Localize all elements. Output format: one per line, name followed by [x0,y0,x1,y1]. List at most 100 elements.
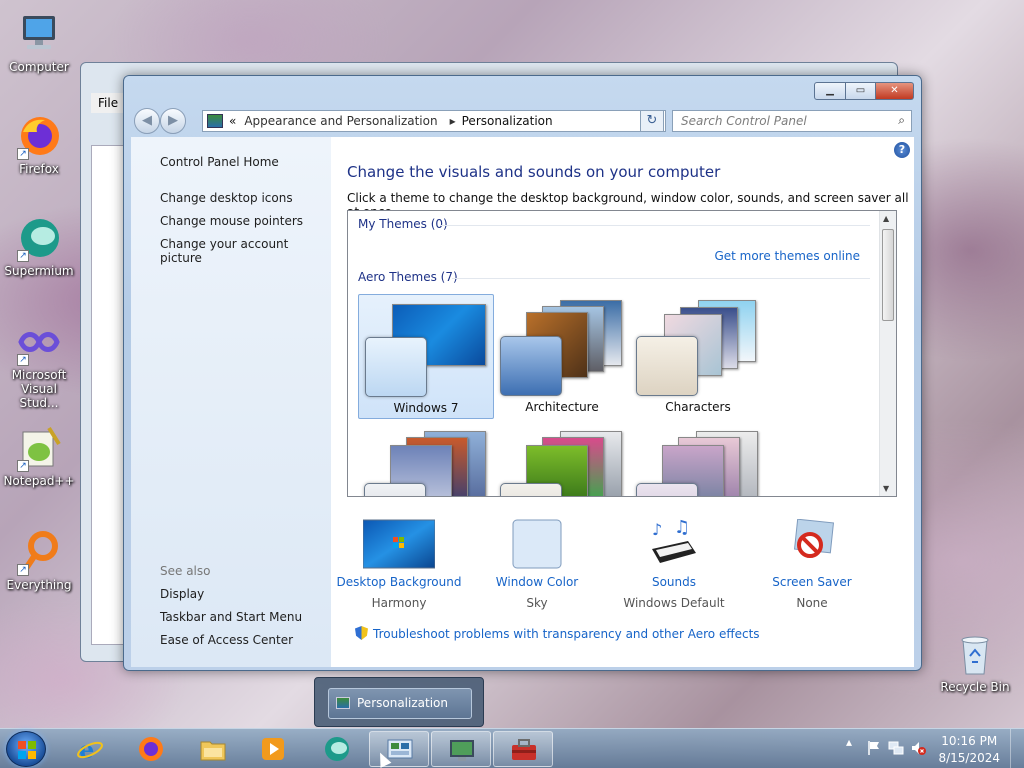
refresh-button[interactable]: ↻ [640,110,664,132]
scroll-down-icon[interactable]: ▼ [883,484,889,493]
sounds-label[interactable]: Sounds [609,575,739,589]
taskbar-toolbox[interactable] [493,731,553,767]
window-color-label[interactable]: Window Color [472,575,602,589]
see-also-heading: See also [160,564,211,578]
scroll-up-icon[interactable]: ▲ [883,214,889,223]
desktop-background-label[interactable]: Desktop Background [334,575,464,589]
forward-button[interactable]: ▶ [160,108,186,134]
control-panel-icon [387,739,413,759]
theme-preview [500,427,624,496]
desktop-icon-label: Microsoft Visual Stud... [11,368,67,410]
theme-preview [500,300,624,396]
show-desktop-button[interactable] [1010,729,1024,768]
supermium-icon [325,737,349,761]
taskbar-internet-explorer[interactable]: e [60,731,120,767]
theme-architecture[interactable]: Architecture [494,294,630,419]
link-change-account-picture[interactable]: Change your account picture [160,237,331,265]
search-input[interactable]: Search Control Panel ⌕ [672,110,912,132]
close-button[interactable]: ✕ [876,82,914,100]
show-hidden-icons-button[interactable]: ▴ [846,735,852,749]
theme-item[interactable] [630,421,766,496]
background-window-pane [91,145,126,645]
desktop-icon-visual-studio[interactable]: ↗ Microsoft Visual Stud... [1,318,77,410]
get-more-themes-link[interactable]: Get more themes online [714,249,860,263]
notepadpp-icon: ↗ [15,424,63,472]
thumbnail-item-personalization[interactable]: Personalization [328,688,472,719]
link-change-mouse-pointers[interactable]: Change mouse pointers [160,214,303,228]
group-aero-themes[interactable]: Aero Themes (7) [358,270,458,284]
desktop-background-value: Harmony [371,596,427,610]
taskbar-supermium[interactable] [307,731,367,767]
svg-text:♪: ♪ [652,520,662,539]
media-player-icon [262,738,284,760]
theme-item[interactable] [358,421,494,496]
taskbar-thumbnail-popup[interactable]: Personalization [314,677,484,727]
desktop-icon-supermium[interactable]: ↗ Supermium [1,214,77,278]
desktop-background-setting[interactable]: Desktop Background Harmony [334,519,464,610]
taskbar: e ▴ 10:16 PM 8/15/2024 [0,728,1024,768]
desktop-icon-everything[interactable]: ↗ Everything [1,528,77,592]
personalization-window[interactable]: ▁ ▭ ✕ ◀ ▶ « Appearance and Personalizati… [123,75,922,671]
taskbar-personalization[interactable] [431,731,491,767]
minimize-button[interactable]: ▁ [814,82,846,100]
desktop-icon-label: Notepad++ [3,474,75,488]
sounds-value: Windows Default [623,596,725,610]
help-icon[interactable]: ? [894,142,910,158]
back-button[interactable]: ◀ [134,108,160,134]
link-control-panel-home[interactable]: Control Panel Home [160,155,279,169]
screen-saver-setting[interactable]: Screen Saver None [747,518,877,610]
breadcrumb-separator[interactable]: ▸ [450,114,456,128]
desktop-icon-recycle-bin[interactable]: Recycle Bin [937,630,1013,694]
link-display[interactable]: Display [160,587,204,601]
troubleshoot-link[interactable]: Troubleshoot problems with transparency … [355,626,760,641]
start-button[interactable] [6,731,46,767]
link-taskbar-start-menu[interactable]: Taskbar and Start Menu [160,610,302,624]
window-color-setting[interactable]: Window Color Sky [472,519,602,610]
desktop-icon-label: Computer [9,60,69,74]
theme-list-scrollbar[interactable]: ▲ ▼ [879,211,896,496]
address-overflow-chevron[interactable]: « [229,114,236,128]
desktop-icon-label: Everything [6,578,72,592]
scrollbar-thumb[interactable] [882,229,894,321]
address-bar[interactable]: « Appearance and Personalization ▸ Perso… [202,110,666,132]
screen-saver-icon [776,518,848,569]
theme-characters[interactable]: Characters [630,294,766,419]
search-icon[interactable]: ⌕ [898,113,905,128]
desktop-icon-label: Firefox [19,162,59,176]
link-change-desktop-icons[interactable]: Change desktop icons [160,191,293,205]
theme-name: Windows 7 [393,401,459,415]
taskbar-explorer[interactable] [183,731,243,767]
theme-windows-7[interactable]: Windows 7 [358,294,494,419]
desktop-icon-notepadpp[interactable]: ↗ Notepad++ [1,424,77,488]
taskbar-media-player[interactable] [243,731,303,767]
network-icon[interactable] [888,740,904,756]
supermium-icon: ↗ [15,214,63,262]
everything-icon: ↗ [15,528,63,576]
desktop-icon-firefox[interactable]: ↗ Firefox [1,112,77,176]
theme-item[interactable] [494,421,630,496]
firefox-icon [139,737,163,761]
screen-saver-label[interactable]: Screen Saver [747,575,877,589]
taskbar-firefox[interactable] [121,731,181,767]
volume-muted-icon[interactable] [910,740,926,756]
action-center-flag-icon[interactable] [866,740,882,756]
troubleshoot-text[interactable]: Troubleshoot problems with transparency … [373,627,760,641]
clock[interactable]: 10:16 PM 8/15/2024 [938,733,1000,767]
theme-preview [636,300,760,396]
clock-time: 10:16 PM [941,734,998,748]
group-my-themes[interactable]: My Themes (0) [358,217,448,231]
maximize-button[interactable]: ▭ [846,82,876,100]
sounds-icon: ♪ ♫ [638,517,710,569]
desktop-icon-computer[interactable]: Computer [1,10,77,74]
theme-preview [636,427,760,496]
breadcrumb-item[interactable]: Appearance and Personalization [244,114,437,128]
system-tray: ▴ 10:16 PM 8/15/2024 [824,729,1024,768]
folder-icon [200,741,226,761]
windows-logo-icon [18,741,36,759]
sounds-setting[interactable]: ♪ ♫ Sounds Windows Default [609,517,739,610]
theme-list[interactable]: My Themes (0) Get more themes online Aer… [347,210,897,497]
clock-date: 8/15/2024 [938,751,1000,765]
desktop-icon-label: Supermium [4,264,74,278]
link-ease-of-access[interactable]: Ease of Access Center [160,633,293,647]
breadcrumb-item[interactable]: Personalization [462,114,553,128]
